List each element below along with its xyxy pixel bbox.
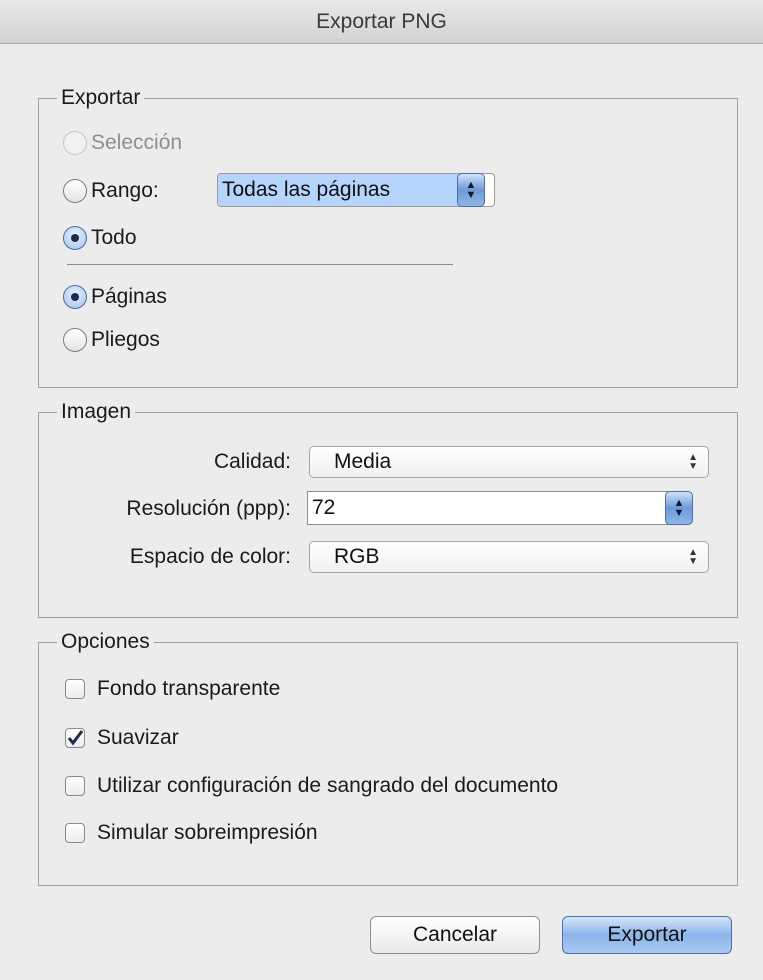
resolution-label: Resolución (ppp): xyxy=(126,497,291,520)
options-group: Opciones Fondo transparente Suavizar Uti… xyxy=(38,628,738,886)
option-suavizar[interactable]: Suavizar xyxy=(65,726,179,750)
cancel-button[interactable]: Cancelar xyxy=(370,916,540,954)
popup-arrows-icon: ▲ ▼ xyxy=(688,452,698,472)
checkbox-fondo-transparente[interactable] xyxy=(65,679,85,699)
radio-seleccion-button[interactable] xyxy=(63,131,87,155)
resolution-input[interactable]: 72 xyxy=(307,491,669,525)
range-combo-value[interactable]: Todas las páginas xyxy=(218,174,464,206)
radio-seleccion[interactable]: Selección xyxy=(63,131,182,155)
option-label: Utilizar configuración de sangrado del d… xyxy=(97,774,559,797)
resolution-stepper[interactable]: ▲ ▼ xyxy=(665,491,693,525)
option-label: Fondo transparente xyxy=(97,677,281,700)
color-space-select[interactable]: RGB ▲ ▼ xyxy=(309,541,709,573)
radio-todo-label: Todo xyxy=(91,226,137,249)
checkbox-sangrado[interactable] xyxy=(65,776,85,796)
export-group: Exportar Selección Rango: Todas las pági… xyxy=(38,84,738,388)
export-separator xyxy=(67,264,453,265)
quality-value: Media xyxy=(334,450,392,473)
option-sobreimpresion[interactable]: Simular sobreimpresión xyxy=(65,821,318,845)
stepper-down-icon[interactable]: ▼ xyxy=(466,190,477,201)
option-fondo-transparente[interactable]: Fondo transparente xyxy=(65,677,280,701)
radio-rango-label: Rango: xyxy=(91,179,159,202)
checkmark-icon xyxy=(67,730,84,746)
range-stepper[interactable]: ▲ ▼ xyxy=(457,173,485,207)
export-group-legend: Exportar xyxy=(57,84,145,112)
export-button[interactable]: Exportar xyxy=(562,916,732,954)
checkbox-sobreimpresion[interactable] xyxy=(65,823,85,843)
radio-paginas-button[interactable] xyxy=(63,285,87,309)
radio-todo[interactable]: Todo xyxy=(63,226,137,250)
range-combo[interactable]: Todas las páginas xyxy=(217,173,495,207)
stepper-down-icon[interactable]: ▼ xyxy=(674,508,685,519)
radio-pliegos-label: Pliegos xyxy=(91,328,160,351)
radio-seleccion-label: Selección xyxy=(91,131,183,154)
radio-pliegos[interactable]: Pliegos xyxy=(63,328,160,352)
radio-rango[interactable]: Rango: xyxy=(63,179,159,203)
image-group: Imagen Calidad: Media ▲ ▼ Resolución (ppp… xyxy=(38,398,738,618)
image-group-legend: Imagen xyxy=(57,398,136,426)
quality-label: Calidad: xyxy=(213,450,291,473)
radio-todo-button[interactable] xyxy=(63,226,87,250)
options-group-legend: Opciones xyxy=(57,628,154,656)
option-label: Simular sobreimpresión xyxy=(97,821,318,844)
window-title: Exportar PNG xyxy=(0,0,763,44)
radio-pliegos-button[interactable] xyxy=(63,328,87,352)
radio-paginas-label: Páginas xyxy=(91,285,167,308)
radio-paginas[interactable]: Páginas xyxy=(63,285,167,309)
color-space-value: RGB xyxy=(334,545,380,568)
color-space-label: Espacio de color: xyxy=(129,545,291,568)
option-sangrado[interactable]: Utilizar configuración de sangrado del d… xyxy=(65,774,558,798)
radio-rango-button[interactable] xyxy=(63,179,87,203)
quality-select[interactable]: Media ▲ ▼ xyxy=(309,446,709,478)
popup-arrows-icon: ▲ ▼ xyxy=(688,547,698,567)
checkbox-suavizar[interactable] xyxy=(65,728,85,748)
option-label: Suavizar xyxy=(97,726,179,749)
